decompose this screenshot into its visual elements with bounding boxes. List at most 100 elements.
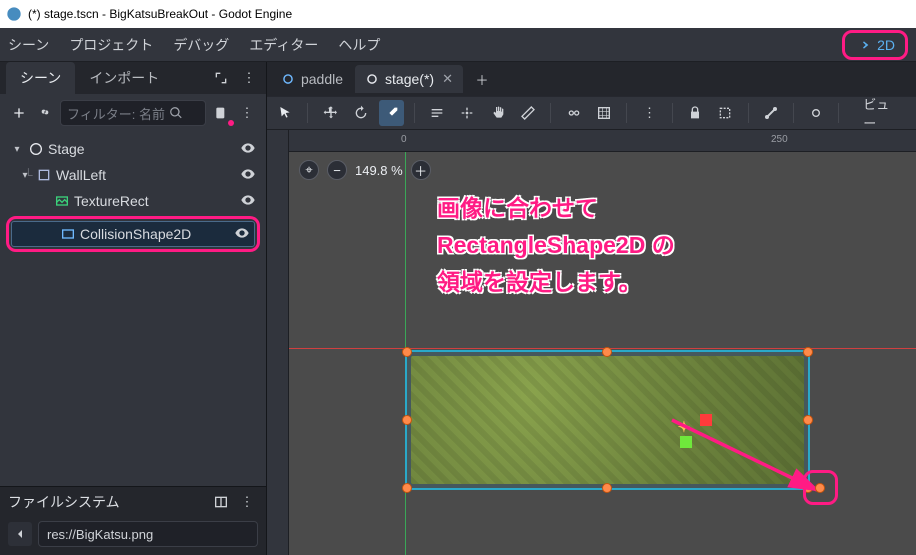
node-icon (28, 141, 44, 157)
gizmo-x-handle[interactable] (700, 414, 712, 426)
close-icon[interactable]: ✕ (442, 71, 453, 87)
resize-handle[interactable] (803, 347, 813, 357)
menu-editor[interactable]: エディター (249, 35, 318, 55)
filesystem-title: ファイルシステム (8, 492, 120, 512)
vertical-ruler (267, 130, 289, 555)
resize-handle[interactable] (602, 483, 612, 493)
tree-node-collisionshape2d[interactable]: CollisionShape2D (11, 221, 255, 247)
visibility-toggle-icon[interactable] (240, 192, 256, 211)
grid-snap-button[interactable] (592, 100, 616, 126)
anim-key-button[interactable] (804, 100, 828, 126)
visibility-toggle-icon[interactable] (234, 225, 250, 244)
tree-label: Stage (48, 141, 85, 157)
tree-node-stage[interactable]: ▾ Stage (6, 136, 260, 162)
snap-options-button[interactable] (561, 100, 585, 126)
horizontal-ruler: 0 250 (267, 130, 916, 152)
wall-texture (411, 356, 804, 484)
editor-tab-label: stage(*) (385, 71, 434, 87)
extra-handle-dot[interactable] (815, 483, 825, 493)
arrow-2d-icon (855, 37, 871, 53)
bone-button[interactable] (759, 100, 783, 126)
editor-tab-stage[interactable]: stage(*) ✕ (355, 65, 463, 93)
menu-debug[interactable]: デバッグ (173, 35, 229, 55)
zoom-reset-button[interactable]: ⌖ (299, 160, 319, 180)
pan-tool-button[interactable] (486, 100, 510, 126)
dock-more-icon[interactable]: ⋮ (238, 67, 260, 89)
editor-area: paddle stage(*) ✕ ＋ ⋮ (267, 62, 916, 555)
fs-back-button[interactable] (8, 522, 32, 546)
annotation-text: 画像に合わせて RectangleShape2D の 領域を設定します。 (437, 190, 675, 300)
ruler-tick: 0 (401, 134, 407, 145)
group-button[interactable] (713, 100, 737, 126)
chevron-down-icon[interactable]: ▾ (10, 144, 24, 155)
ruler-tool-button[interactable] (516, 100, 540, 126)
menu-help[interactable]: ヘルプ (338, 35, 380, 55)
editor-tab-paddle[interactable]: paddle (271, 65, 353, 93)
gizmo-origin-icon: ✦ (678, 418, 691, 436)
tree-node-texturerect[interactable]: TextureRect (6, 188, 260, 214)
gizmo-y-handle[interactable] (680, 436, 692, 448)
editor-tab-label: paddle (301, 71, 343, 87)
zoom-in-button[interactable]: ＋ (411, 160, 431, 180)
menu-bar: シーン プロジェクト デバッグ エディター ヘルプ 2D (0, 28, 916, 62)
resize-handle[interactable] (803, 415, 813, 425)
scene-dock-tabs: シーン インポート ⋮ (0, 62, 266, 94)
window-titlebar: (*) stage.tscn - BigKatsuBreakOut - Godo… (0, 0, 916, 28)
fs-path-input[interactable]: res://BigKatsu.png (38, 521, 258, 547)
visibility-toggle-icon[interactable] (240, 166, 256, 185)
scene-more-icon[interactable]: ⋮ (236, 102, 258, 124)
instance-scene-button[interactable] (34, 102, 56, 124)
viewport-toolbar: ⋮ ビュー (267, 96, 916, 130)
highlight-2d-button: 2D (842, 30, 908, 60)
tab-import[interactable]: インポート (75, 62, 173, 94)
menu-project[interactable]: プロジェクト (69, 35, 153, 55)
ruler-tick: 250 (771, 134, 788, 145)
search-icon (169, 106, 183, 120)
scene-filter-placeholder: フィルター: 名前 (67, 104, 165, 123)
list-select-button[interactable] (425, 100, 449, 126)
window-title: (*) stage.tscn - BigKatsuBreakOut - Godo… (28, 7, 292, 21)
scene-toolbar: フィルター: 名前 ⋮ (0, 94, 266, 132)
viewport-2d[interactable]: 0 250 ⌖ − 149.8 % ＋ 画像に合わせて RectangleSha… (267, 130, 916, 555)
editor-scene-tabs: paddle stage(*) ✕ ＋ (267, 62, 916, 96)
tree-label: TextureRect (74, 193, 149, 209)
add-tab-button[interactable]: ＋ (471, 68, 493, 90)
highlight-selected-node: CollisionShape2D (6, 216, 260, 252)
snap-more-button[interactable]: ⋮ (637, 100, 661, 126)
lock-button[interactable] (683, 100, 707, 126)
pivot-button[interactable] (455, 100, 479, 126)
resize-handle[interactable] (602, 347, 612, 357)
rotate-tool-button[interactable] (349, 100, 373, 126)
texturerect-icon (54, 193, 70, 209)
visibility-toggle-icon[interactable] (240, 140, 256, 159)
select-tool-button[interactable] (273, 100, 297, 126)
filesystem-dock: ファイルシステム ⋮ res://BigKatsu.png (0, 486, 266, 555)
collisionshape-icon (60, 226, 76, 242)
tree-node-wallleft[interactable]: └ ▾ WallLeft (6, 162, 260, 188)
scene-tree: ▾ Stage └ ▾ WallLeft TextureRect (0, 132, 266, 486)
resize-handle[interactable] (402, 415, 412, 425)
menu-scene[interactable]: シーン (8, 35, 49, 55)
scene-icon (365, 72, 379, 86)
dock-expand-icon[interactable] (210, 67, 232, 89)
staticbody-icon (36, 167, 52, 183)
tab-scene[interactable]: シーン (6, 62, 75, 94)
tree-label: WallLeft (56, 167, 106, 183)
zoom-out-button[interactable]: − (327, 160, 347, 180)
add-node-button[interactable] (8, 102, 30, 124)
attach-script-button[interactable] (210, 102, 232, 124)
tree-label: CollisionShape2D (80, 226, 191, 242)
fs-split-icon[interactable] (210, 491, 232, 513)
scene-filter-input[interactable]: フィルター: 名前 (60, 100, 206, 126)
collision-shape-rect[interactable]: ✦ (405, 350, 810, 490)
scale-tool-button[interactable] (379, 100, 403, 126)
left-dock: シーン インポート ⋮ フィルター: 名前 ⋮ (0, 62, 267, 555)
resize-handle[interactable] (402, 347, 412, 357)
resize-handle[interactable] (402, 483, 412, 493)
scene-icon (281, 72, 295, 86)
godot-icon (6, 6, 22, 22)
workspace-2d-button[interactable]: 2D (849, 35, 901, 55)
zoom-controls: ⌖ − 149.8 % ＋ (299, 160, 431, 180)
move-tool-button[interactable] (318, 100, 342, 126)
fs-more-icon[interactable]: ⋮ (236, 491, 258, 513)
